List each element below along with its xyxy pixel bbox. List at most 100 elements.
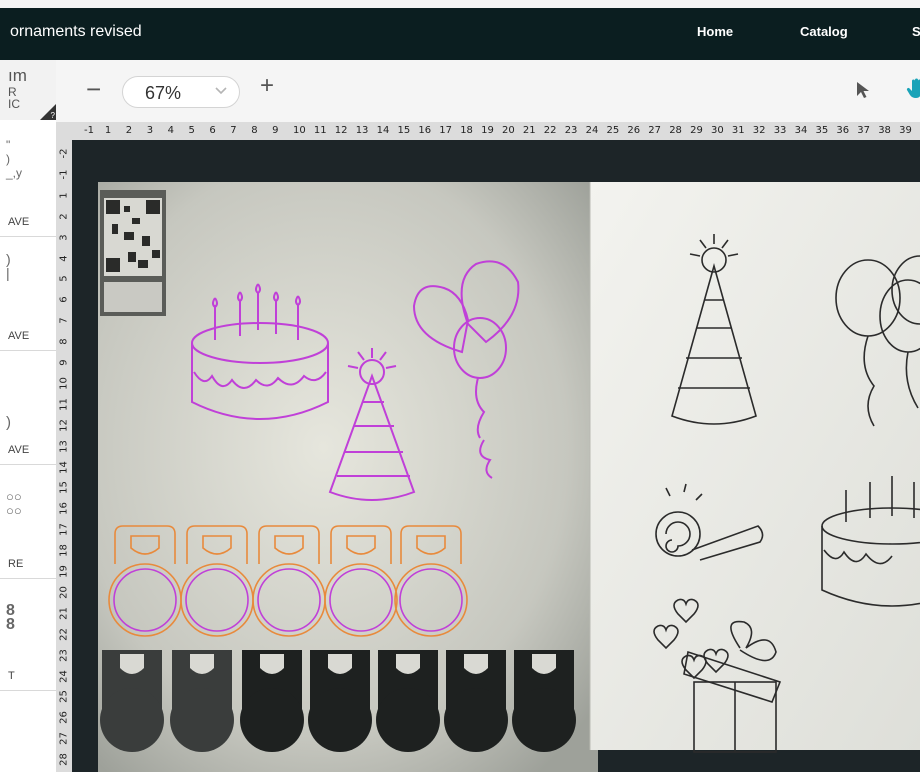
project-title: ornaments revised: [10, 23, 142, 40]
window-top-strip: [0, 0, 920, 8]
ruler-tick-label: 2: [125, 125, 133, 136]
ruler-tick-label: 3: [146, 125, 154, 136]
nav-catalog[interactable]: Catalog: [800, 24, 848, 39]
sidebar-item-1-label[interactable]: AVE: [8, 216, 29, 228]
ruler-tick-label: 21: [522, 125, 536, 136]
ruler-tick-label: 7: [58, 317, 70, 324]
ruler-tick-label: 11: [58, 397, 70, 411]
chevron-down-icon: [213, 82, 229, 101]
ruler-tick-label: 36: [836, 125, 850, 136]
ruler-tick-label: 16: [58, 502, 70, 516]
ruler-tick-label: 25: [58, 690, 70, 704]
zoom-in-button[interactable]: +: [260, 72, 274, 100]
ruler-tick-label: 4: [167, 125, 174, 136]
ruler-tick-label: 19: [58, 565, 70, 578]
ruler-tick-label: 39: [899, 125, 912, 136]
top-ruler: -1 1 2 3 4 5 6 7 8 9 10 11 12 13 14 15 16 17 18 19 20 21 22 23 2…: [56, 122, 920, 141]
ruler-tick-label: 11: [313, 125, 327, 136]
sidebar-item-5-label[interactable]: T: [8, 670, 15, 682]
ruler-tick-label: 14: [58, 460, 70, 474]
sidebar-corner-mark: ?: [50, 111, 55, 120]
ruler-tick-label: 12: [58, 418, 70, 432]
ruler-tick-label: 29: [690, 125, 703, 136]
sidebar-item-4-thumb[interactable]: ○○ ○○: [6, 490, 22, 518]
ruler-tick-label: 28: [58, 753, 70, 766]
sidebar-item-2-label[interactable]: AVE: [8, 330, 29, 342]
cut-tag: [240, 650, 304, 752]
ruler-tick-label: 38: [878, 125, 891, 136]
ruler-tick-label: 10: [58, 377, 70, 390]
ruler-tick-label: 13: [355, 125, 369, 136]
left-sidebar: ım R IC ? " ) _,y AVE ) | AVE ) AVE ○○ ○○…: [0, 60, 57, 772]
ruler-tick-label: 34: [794, 125, 808, 136]
zoom-select[interactable]: 67%: [122, 76, 240, 108]
ruler-tick-label: -1: [84, 125, 94, 136]
sidebar-header-line1: ım: [8, 66, 27, 85]
ruler-tick-label: 10: [293, 125, 306, 136]
sidebar-item-4-label[interactable]: RE: [8, 558, 23, 570]
ruler-tick-label: 28: [669, 125, 682, 136]
sidebar-header-line2: R IC: [8, 85, 20, 111]
cut-tag: [376, 650, 440, 752]
ruler-tick-label: 18: [460, 125, 473, 136]
ruler-tick-label: -2: [58, 148, 70, 159]
qr-code-card: [100, 190, 166, 316]
camera-canvas[interactable]: [72, 140, 920, 772]
left-ruler: -2 -1 1 2 3 4 5 6 7 8 9 10 11 12 13 14 15 16 17 18 19 20 21 22 2…: [56, 140, 73, 772]
ruler-tick-label: 33: [773, 125, 787, 136]
sidebar-item-2-thumb[interactable]: ) |: [6, 252, 11, 280]
ruler-tick-label: 35: [815, 125, 829, 136]
ruler-tick-label: 8: [251, 125, 258, 136]
zoom-out-button[interactable]: −: [86, 74, 101, 104]
sidebar-item-3-label[interactable]: AVE: [8, 444, 29, 456]
zoom-toolbar: − 67% +: [56, 60, 920, 123]
cut-tag: [100, 650, 164, 752]
ruler-tick-label: 26: [627, 125, 641, 136]
sidebar-item-3-thumb[interactable]: ): [6, 415, 11, 430]
ruler-tick-label: 2: [58, 213, 70, 220]
sidebar-item-1-thumb[interactable]: " ) _,y: [6, 138, 22, 180]
sidebar-item-5-thumb[interactable]: 8 8: [6, 603, 15, 633]
nav-home[interactable]: Home: [697, 24, 733, 39]
arrow-pointer-icon[interactable]: [854, 80, 872, 105]
cut-tag: [444, 650, 508, 752]
ruler-tick-label: 8: [58, 338, 70, 345]
ruler-tick-label: 17: [439, 125, 453, 136]
ruler-tick-label: 12: [334, 125, 348, 136]
ruler-tick-label: 5: [58, 275, 70, 283]
cut-tag: [170, 650, 234, 752]
ruler-tick-label: 24: [585, 125, 599, 136]
ruler-tick-label: 21: [58, 606, 70, 620]
cut-tag: [512, 650, 576, 752]
sidebar-divider: [0, 578, 56, 579]
ruler-tick-label: 5: [188, 125, 195, 136]
ruler-tick-label: 37: [857, 125, 871, 136]
ruler-tick-label: 9: [272, 125, 279, 136]
ruler-tick-label: 1: [58, 192, 70, 199]
ruler-tick-label: 22: [543, 125, 557, 136]
sidebar-divider: [0, 690, 56, 691]
ruler-tick-label: 20: [58, 586, 70, 599]
canvas-view: [98, 182, 920, 772]
ruler-tick-label: 26: [58, 711, 70, 725]
ruler-tick-label: 6: [209, 125, 216, 136]
ruler-tick-label: 23: [564, 125, 578, 136]
ruler-tick-label: 9: [58, 359, 70, 366]
ruler-tick-label: 13: [58, 439, 70, 453]
cut-tag: [308, 650, 372, 752]
paper-sheet: [590, 182, 920, 750]
sidebar-divider: [0, 464, 56, 465]
ruler-tick-label: 23: [58, 648, 70, 662]
ruler-tick-label: 3: [58, 233, 70, 241]
nav-truncated[interactable]: S: [912, 24, 920, 39]
ruler-tick-label: -1: [58, 169, 70, 180]
zoom-value: 67%: [145, 83, 182, 103]
sidebar-header: ım R IC ?: [0, 60, 56, 120]
ruler-tick-label: 22: [58, 627, 70, 641]
ruler-tick-label: 1: [104, 125, 112, 136]
hand-icon[interactable]: [906, 78, 920, 107]
ruler-tick-label: 32: [752, 125, 766, 136]
ruler-tick-label: 24: [58, 669, 70, 683]
ruler-tick-label: 20: [502, 125, 515, 136]
ruler-tick-label: 27: [58, 732, 70, 746]
